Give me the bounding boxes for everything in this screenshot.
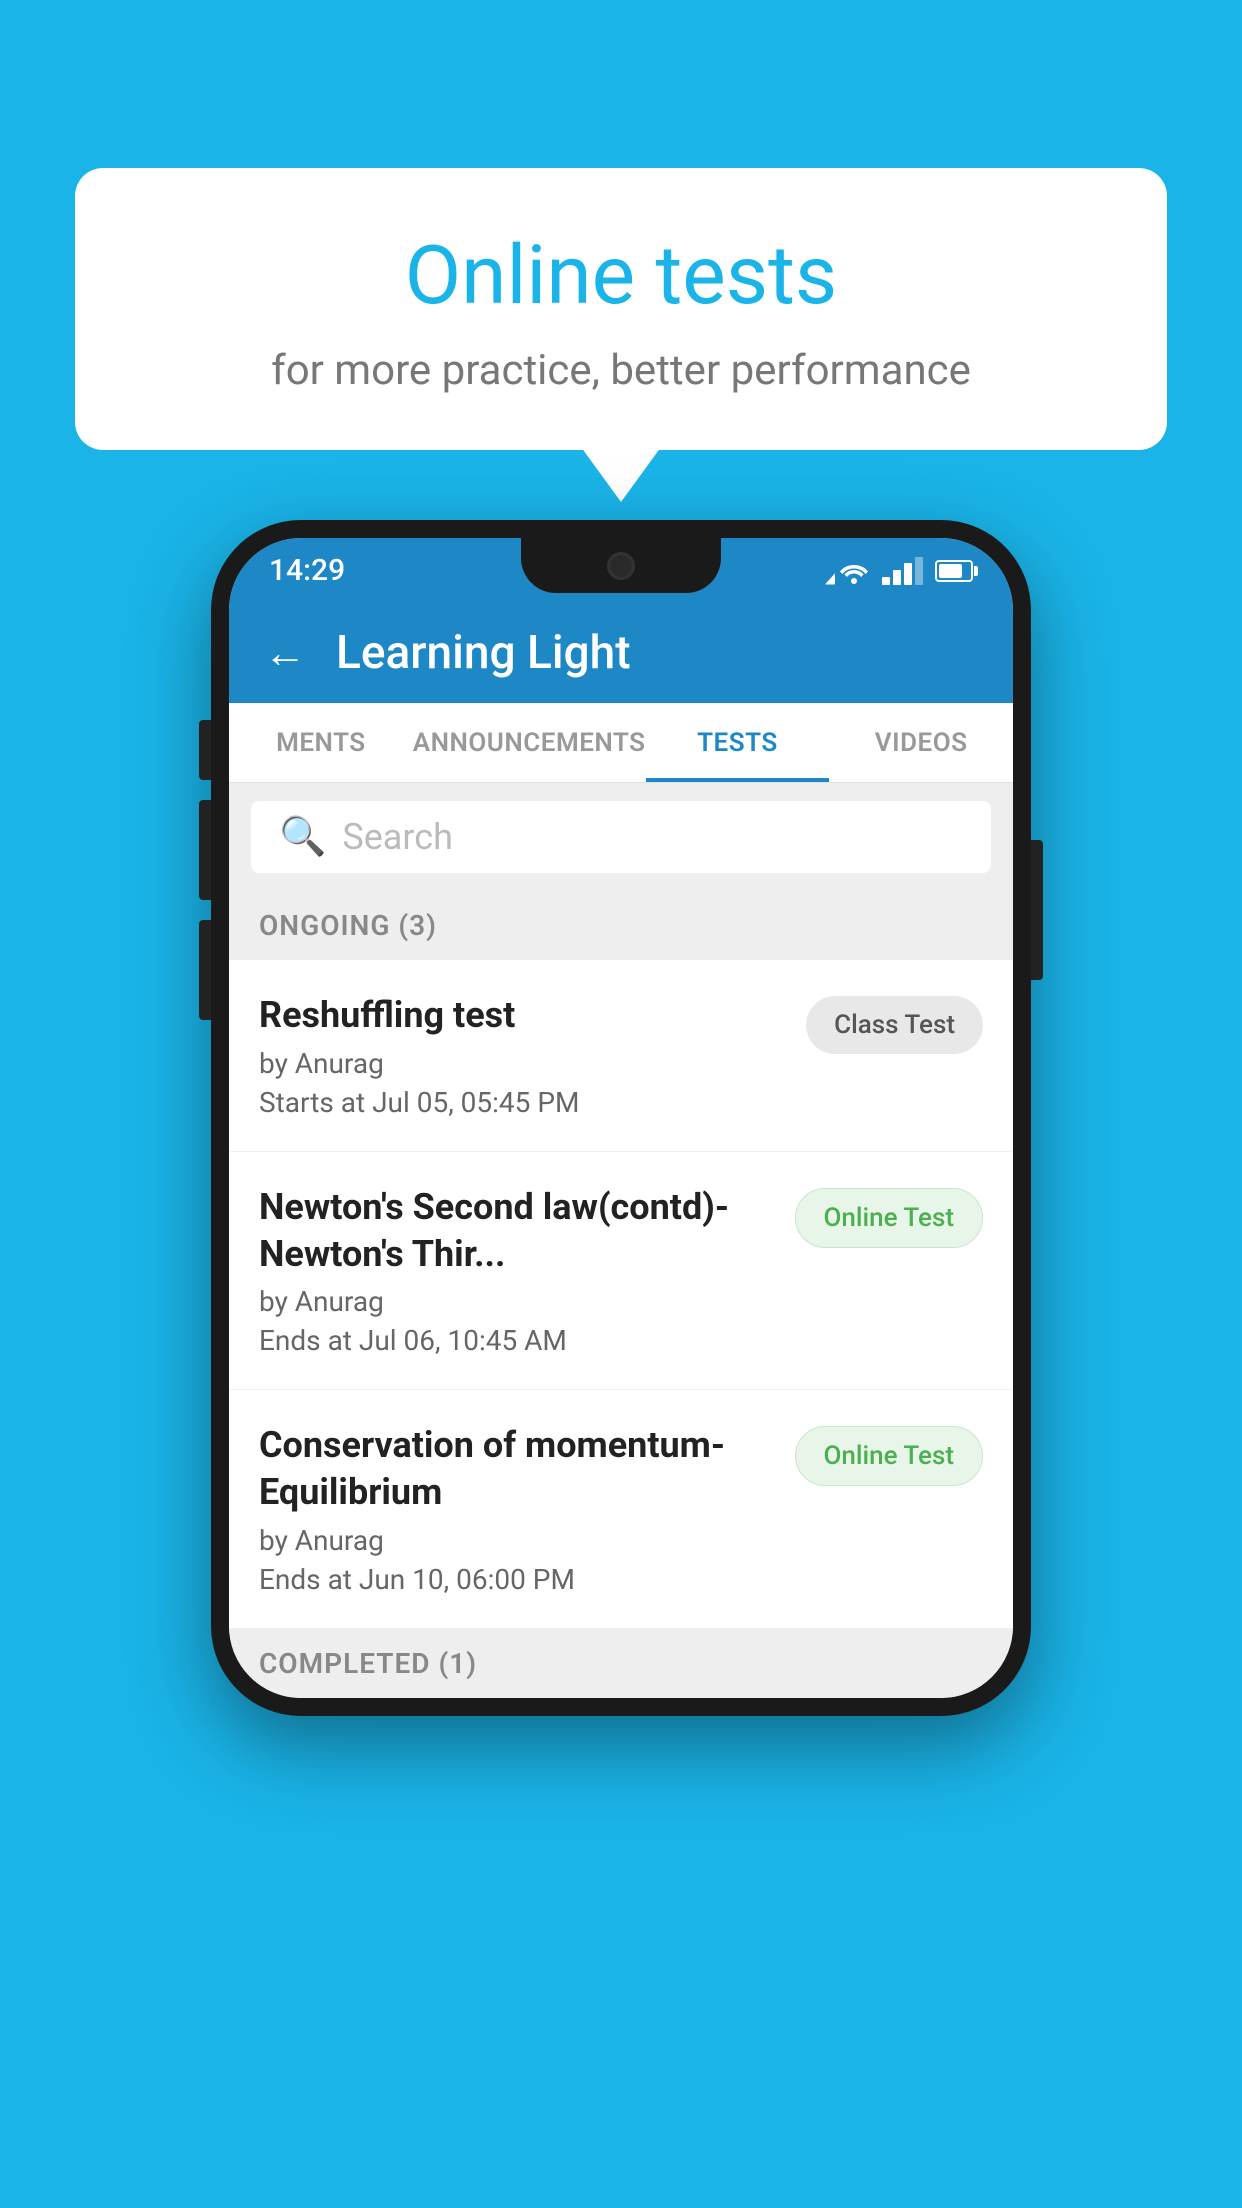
speech-bubble-container: Online tests for more practice, better p… bbox=[75, 168, 1167, 450]
tab-announcements[interactable]: ANNOUNCEMENTS bbox=[413, 703, 646, 782]
bubble-title: Online tests bbox=[125, 228, 1117, 324]
test-item-conservation[interactable]: Conservation of momentum-Equilibrium by … bbox=[229, 1390, 1013, 1629]
phone-camera bbox=[607, 552, 635, 580]
test-author-2: by Anurag bbox=[259, 1285, 775, 1318]
test-author-1: by Anurag bbox=[259, 1047, 786, 1080]
test-info-2: Newton's Second law(contd)-Newton's Thir… bbox=[259, 1184, 775, 1358]
test-date-1: Starts at Jul 05, 05:45 PM bbox=[259, 1086, 786, 1119]
test-date-2: Ends at Jul 06, 10:45 AM bbox=[259, 1324, 775, 1357]
test-badge-2: Online Test bbox=[795, 1188, 984, 1248]
search-icon: 🔍 bbox=[279, 815, 326, 859]
test-list: Reshuffling test by Anurag Starts at Jul… bbox=[229, 960, 1013, 1629]
completed-section-header: COMPLETED (1) bbox=[229, 1629, 1013, 1698]
tabs-bar: MENTS ANNOUNCEMENTS TESTS VIDEOS bbox=[229, 703, 1013, 783]
test-item-newton[interactable]: Newton's Second law(contd)-Newton's Thir… bbox=[229, 1152, 1013, 1391]
test-name-1: Reshuffling test bbox=[259, 992, 786, 1039]
search-bar[interactable]: 🔍 Search bbox=[251, 801, 991, 873]
ongoing-label: ONGOING (3) bbox=[259, 909, 437, 942]
test-author-3: by Anurag bbox=[259, 1524, 775, 1557]
phone-volume-up-button bbox=[199, 720, 211, 780]
test-date-3: Ends at Jun 10, 06:00 PM bbox=[259, 1563, 775, 1596]
test-info-3: Conservation of momentum-Equilibrium by … bbox=[259, 1422, 775, 1596]
test-badge-1: Class Test bbox=[806, 996, 983, 1054]
phone-screen: 14:29 bbox=[229, 538, 1013, 1698]
test-name-2: Newton's Second law(contd)-Newton's Thir… bbox=[259, 1184, 775, 1278]
status-icons bbox=[825, 557, 973, 585]
phone-volume-down-button bbox=[199, 800, 211, 900]
battery-icon bbox=[935, 560, 973, 582]
app-title: Learning Light bbox=[336, 626, 631, 680]
phone-extra-button bbox=[199, 920, 211, 1020]
background: Online tests for more practice, better p… bbox=[0, 0, 1242, 2208]
test-info-1: Reshuffling test by Anurag Starts at Jul… bbox=[259, 992, 786, 1119]
app-header: ← Learning Light bbox=[229, 603, 1013, 703]
test-badge-3: Online Test bbox=[795, 1426, 984, 1486]
back-button[interactable]: ← bbox=[264, 629, 306, 678]
phone-power-button bbox=[1031, 840, 1043, 980]
wifi-icon bbox=[825, 557, 870, 585]
bubble-subtitle: for more practice, better performance bbox=[125, 346, 1117, 395]
tab-videos[interactable]: VIDEOS bbox=[829, 703, 1013, 782]
test-item-reshuffling[interactable]: Reshuffling test by Anurag Starts at Jul… bbox=[229, 960, 1013, 1152]
signal-icon bbox=[882, 557, 923, 585]
phone-notch bbox=[521, 538, 721, 593]
ongoing-section-header: ONGOING (3) bbox=[229, 891, 1013, 960]
search-placeholder: Search bbox=[342, 816, 453, 858]
tab-ments[interactable]: MENTS bbox=[229, 703, 413, 782]
speech-bubble: Online tests for more practice, better p… bbox=[75, 168, 1167, 450]
search-container: 🔍 Search bbox=[229, 783, 1013, 891]
phone-outer: 14:29 bbox=[211, 520, 1031, 1716]
completed-label: COMPLETED (1) bbox=[259, 1647, 477, 1680]
tab-tests[interactable]: TESTS bbox=[646, 703, 830, 782]
test-name-3: Conservation of momentum-Equilibrium bbox=[259, 1422, 775, 1516]
phone-wrapper: 14:29 bbox=[211, 520, 1031, 1716]
status-time: 14:29 bbox=[269, 553, 345, 588]
